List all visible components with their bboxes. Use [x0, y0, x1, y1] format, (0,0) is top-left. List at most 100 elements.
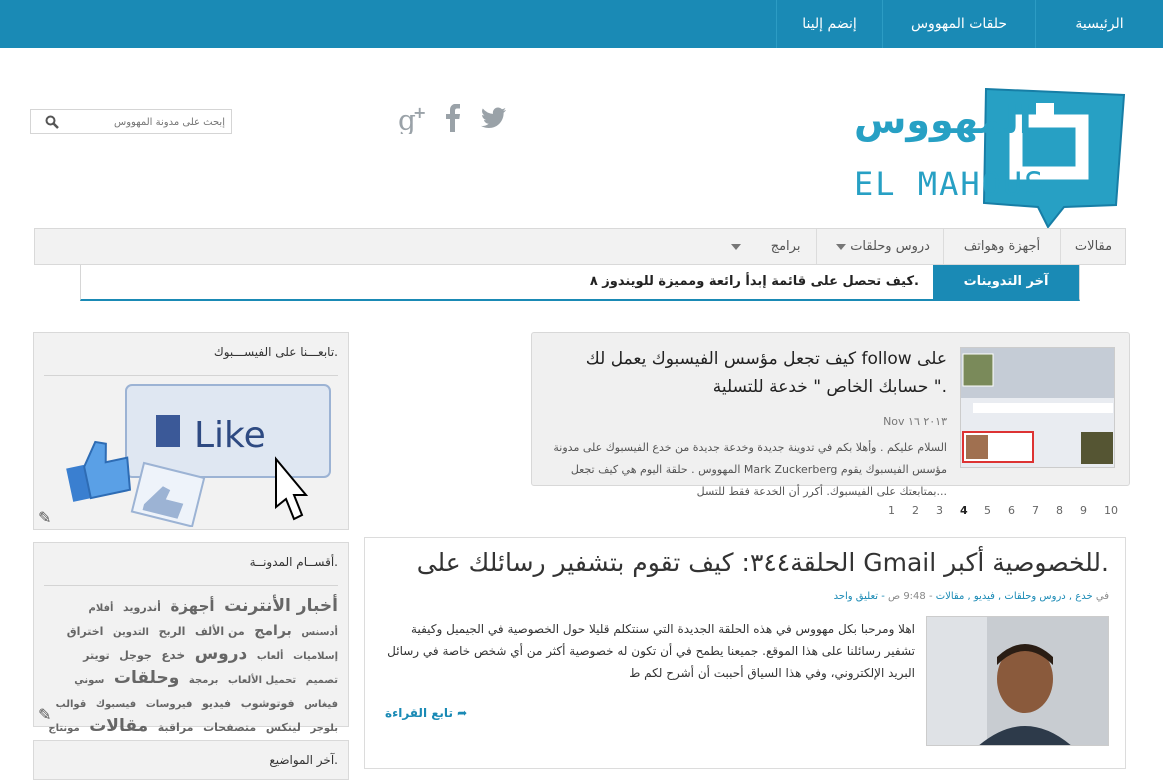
logo-arabic: المهووس: [854, 98, 1032, 143]
meta-prefix: في: [1095, 591, 1109, 602]
tag-link[interactable]: فيغاس: [304, 699, 338, 710]
main-menu: مقالات أجهزة وهواتف دروس وحلقات برامج: [34, 228, 1126, 265]
tag-link[interactable]: جوجل: [119, 649, 152, 662]
tag-link[interactable]: فيروسات: [146, 699, 193, 710]
featured-thumbnail[interactable]: [960, 347, 1115, 468]
edit-tools-icon[interactable]: ✎: [38, 508, 51, 527]
tag-link[interactable]: تصميم: [306, 675, 338, 686]
divider: [44, 375, 338, 376]
menu-item-articles[interactable]: مقالات: [1060, 229, 1126, 264]
menu-item-lessons[interactable]: دروس وحلقات: [816, 229, 943, 264]
like-image[interactable]: Like: [44, 381, 340, 531]
tag-link[interactable]: اختراق: [67, 625, 104, 638]
ticker-label: آخر التدوينات والدروس: [933, 265, 1079, 323]
search-input[interactable]: [75, 113, 225, 131]
post-meta: في خدع , دروس وحلقات , فيديو , مقالات - …: [834, 591, 1109, 602]
pager-page-8[interactable]: 8: [1056, 504, 1063, 517]
tag-link[interactable]: أخبار الأنترنت: [224, 596, 338, 616]
tag-link[interactable]: فيديو: [202, 697, 231, 710]
tag-link[interactable]: أجهزة: [171, 597, 215, 615]
latest-widget-title: آخر المواضيع.: [269, 753, 338, 767]
tag-link[interactable]: الربح: [159, 625, 186, 638]
read-more-link[interactable]: تابع القراءة ➦: [385, 706, 467, 720]
featured-post: كيف تجعل مؤسس الفيسبوك يعمل لك follow عل…: [531, 332, 1130, 498]
tag-cloud: أخبار الأنترنت أجهزة أندرويد أفلام أدسنس…: [42, 595, 338, 763]
featured-date: Nov ٢٠١٣ ١٦: [883, 415, 947, 428]
tag-link[interactable]: تويتر: [83, 649, 110, 662]
post-title[interactable]: الحلقة٣٤٤: كيف تقوم بتشفير رسائلك على Gm…: [417, 548, 1109, 577]
logo-graphic: المهووس EL MAHOUS: [854, 87, 1126, 229]
twitter-icon[interactable]: [481, 106, 507, 136]
tag-link[interactable]: متصفحات: [203, 721, 256, 734]
tag-link[interactable]: تحميل الألعاب: [228, 675, 296, 686]
pager-page-6[interactable]: 6: [1008, 504, 1015, 517]
post-categories[interactable]: خدع , دروس وحلقات , فيديو , مقالات: [936, 591, 1093, 602]
pager-page-4[interactable]: 4: [960, 504, 968, 517]
tag-link[interactable]: فوتوشوب: [241, 697, 295, 710]
search-icon[interactable]: [45, 114, 59, 133]
menu-item-devices[interactable]: أجهزة وهواتف: [943, 229, 1060, 264]
tag-link[interactable]: فيسبوك: [96, 699, 136, 710]
featured-excerpt: السلام عليكم . وأهلا بكم في تدوينة جديدة…: [553, 441, 947, 498]
news-ticker: آخر التدوينات والدروس كيف تحصل على قائمة…: [80, 265, 1080, 323]
tag-link[interactable]: مقالات: [89, 716, 148, 736]
facebook-widget: تابعـــنا على الفيســـبوك. Like ✎: [33, 332, 349, 530]
logo-latin: EL MAHOUS: [854, 165, 1045, 203]
tag-link[interactable]: قوالب: [56, 699, 87, 710]
pager-page-3[interactable]: 3: [936, 504, 943, 517]
post-card: الحلقة٣٤٤: كيف تقوم بتشفير رسائلك على Gm…: [364, 537, 1126, 769]
menu-item-programs[interactable]: برامج: [715, 229, 816, 264]
menu-item-lessons-label: دروس وحلقات: [850, 239, 930, 254]
tag-link[interactable]: وحلقات: [114, 668, 179, 688]
nav-home[interactable]: الرئيسية: [1035, 0, 1163, 48]
tag-link[interactable]: بلوجر: [310, 723, 338, 734]
latest-widget: آخر المواضيع.: [33, 740, 349, 780]
pager-page-5[interactable]: 5: [984, 504, 991, 517]
tag-link[interactable]: التدوين: [113, 627, 149, 638]
pager-page-7[interactable]: 7: [1032, 504, 1039, 517]
google-plus-icon[interactable]: g +: [398, 103, 426, 141]
tag-link[interactable]: لينكس: [266, 721, 301, 734]
svg-text:+: +: [413, 104, 426, 122]
top-navbar: الرئيسية حلقات المهووس إنضم إلينا: [0, 0, 1163, 48]
tag-link[interactable]: مراقبة: [158, 721, 194, 734]
menu-item-programs-label: برامج: [770, 239, 801, 254]
featured-title[interactable]: كيف تجعل مؤسس الفيسبوك يعمل لك follow عل…: [547, 345, 947, 401]
sections-widget: أقســام المدونــة. أخبار الأنترنت أجهزة …: [33, 542, 349, 758]
pager-page-2[interactable]: 2: [912, 504, 919, 517]
like-text: Like: [194, 415, 266, 456]
pager-page-1[interactable]: 1: [888, 504, 895, 517]
tag-link[interactable]: خدع: [161, 648, 185, 662]
tag-link[interactable]: برامج: [254, 623, 292, 639]
search-box: [30, 109, 232, 134]
tag-link[interactable]: أفلام: [89, 603, 114, 614]
nav-join[interactable]: إنضم إلينا: [776, 0, 882, 48]
edit-tools-icon[interactable]: ✎: [38, 705, 51, 724]
tag-link[interactable]: من الألف: [195, 625, 245, 638]
tag-link[interactable]: برمجة: [189, 675, 218, 686]
share-arrow-icon: ➦: [457, 706, 468, 720]
post-thumbnail[interactable]: [926, 616, 1109, 746]
tag-link[interactable]: سوني: [74, 675, 104, 686]
tag-link[interactable]: دروس: [195, 644, 248, 664]
nav-episodes[interactable]: حلقات المهووس: [882, 0, 1035, 48]
pager-page-9[interactable]: 9: [1080, 504, 1087, 517]
read-more-label: تابع القراءة: [385, 706, 453, 720]
divider: [44, 585, 338, 586]
pager-page-10[interactable]: 10: [1104, 504, 1118, 517]
facebook-icon[interactable]: [445, 103, 461, 139]
tag-link[interactable]: مونتاج: [48, 723, 79, 734]
sections-widget-title: أقســام المدونــة.: [249, 555, 338, 569]
chevron-down-icon: [730, 243, 741, 250]
tag-link[interactable]: أدسنس: [301, 627, 338, 638]
site-logo[interactable]: المهووس EL MAHOUS: [850, 85, 1128, 230]
tag-link[interactable]: ألعاب: [257, 651, 284, 662]
post-comments[interactable]: - تعليق واحد: [834, 591, 885, 602]
ticker-link[interactable]: كيف تحصل على قائمة إبدأ رائعة ومميزة للو…: [590, 265, 919, 299]
post-excerpt: اهلا ومرحبا بكل مهووس في هذه الحلقة الجد…: [387, 622, 915, 680]
tag-link[interactable]: إسلاميات: [293, 651, 338, 662]
facebook-widget-title: تابعـــنا على الفيســـبوك.: [213, 345, 338, 359]
tag-link[interactable]: أندرويد: [123, 601, 161, 614]
post-time: - 9:48 ص: [888, 591, 933, 602]
chevron-down-icon: [836, 243, 847, 250]
